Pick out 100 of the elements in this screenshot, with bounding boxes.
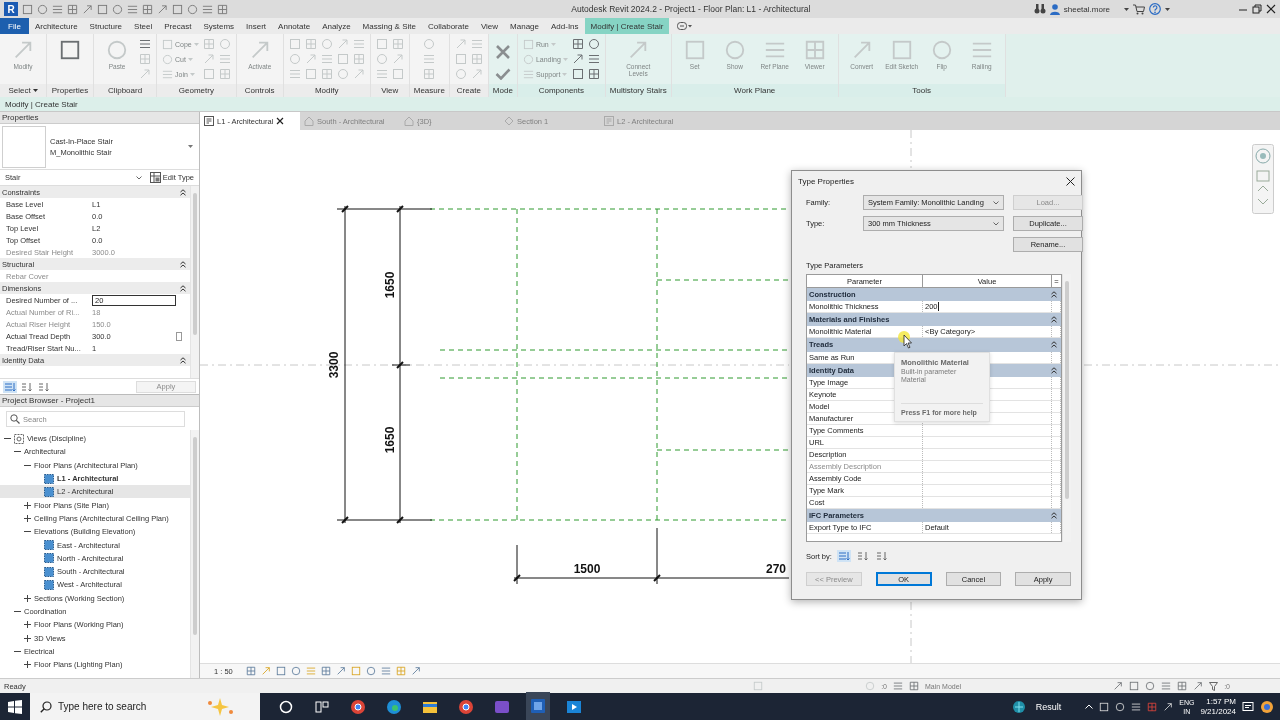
scrollbar[interactable]	[190, 186, 199, 378]
sort-button[interactable]	[37, 380, 51, 393]
ribbon-tab[interactable]: Steel	[128, 18, 159, 34]
plus-icon[interactable]	[24, 634, 31, 642]
restore-icon[interactable]	[1252, 4, 1262, 14]
panel-label: Create	[456, 86, 481, 95]
ribbon-tab[interactable]: Manage	[504, 18, 545, 34]
close-icon[interactable]	[1066, 176, 1075, 186]
browser-icon[interactable]	[458, 698, 474, 715]
help-icon[interactable]	[1149, 3, 1161, 15]
ribbon-tab[interactable]: Architecture	[28, 18, 84, 34]
browser-icon[interactable]	[350, 698, 366, 715]
collapse-icon[interactable]	[1051, 366, 1057, 374]
grid-icon[interactable]	[908, 681, 919, 691]
windows-icon[interactable]	[8, 699, 22, 714]
square-icon[interactable]	[571, 68, 584, 80]
cancel-icon[interactable]	[494, 44, 511, 59]
ribbon-tab[interactable]: Systems	[197, 18, 241, 34]
lines-icon[interactable]	[52, 3, 63, 15]
ribbon-tab[interactable]: Add-Ins	[545, 18, 585, 34]
lines-icon[interactable]	[1161, 681, 1172, 691]
grid-icon[interactable]	[320, 666, 331, 676]
search-field[interactable]: Type here to search	[30, 693, 260, 720]
dimension-text: 1500	[573, 562, 601, 577]
collapse-icon[interactable]	[1051, 341, 1057, 349]
collapse-icon[interactable]	[1051, 291, 1057, 299]
binoculars-icon[interactable]	[1033, 4, 1046, 14]
chevron-icon[interactable]	[1085, 704, 1094, 709]
user-name[interactable]: sheetal.more	[1063, 4, 1110, 14]
collapse-icon[interactable]	[1051, 316, 1057, 324]
weather-icon[interactable]	[1011, 699, 1026, 714]
app-icon[interactable]	[566, 698, 582, 715]
clock-time[interactable]: 1:57 PM	[1206, 696, 1236, 707]
dimension-line[interactable]	[336, 205, 433, 524]
collapse-icon[interactable]	[180, 356, 186, 364]
plus-icon[interactable]	[24, 594, 31, 602]
plus-icon[interactable]	[24, 514, 31, 522]
arrow-icon[interactable]	[1163, 701, 1174, 712]
collapse-icon[interactable]	[180, 284, 186, 292]
filter-icon[interactable]	[1209, 681, 1219, 691]
cursor-icon	[898, 331, 914, 349]
lines-icon[interactable]	[127, 3, 138, 15]
sort-button[interactable]	[836, 550, 851, 562]
ribbon-tab[interactable]: Annotate	[272, 18, 317, 34]
cart-icon[interactable]	[1133, 3, 1145, 15]
edit-button[interactable]	[176, 331, 182, 341]
ribbon-tab[interactable]: Precast	[158, 18, 198, 34]
browser-icon[interactable]	[386, 698, 402, 715]
window-icon[interactable]	[314, 698, 330, 715]
lines-icon[interactable]	[380, 666, 391, 676]
lines-icon[interactable]	[587, 53, 600, 65]
sort-button[interactable]	[874, 550, 889, 562]
user-icon[interactable]	[1049, 3, 1060, 15]
dimension-line[interactable]	[513, 527, 790, 585]
app-logo[interactable]: R	[4, 2, 18, 16]
grid-icon[interactable]	[217, 3, 228, 15]
ribbon-tab[interactable]: Structure	[83, 18, 129, 34]
ribbon-tab[interactable]: Analyze	[316, 18, 357, 34]
arrow-icon[interactable]	[571, 53, 584, 65]
plus-icon[interactable]	[24, 661, 31, 669]
grid-icon[interactable]	[67, 3, 78, 15]
ribbon-tab[interactable]: Insert	[240, 18, 273, 34]
navigation-bar[interactable]	[1252, 144, 1274, 214]
sort-button[interactable]	[20, 380, 34, 393]
close-icon[interactable]	[276, 117, 285, 125]
minus-icon[interactable]	[14, 608, 21, 615]
plus-icon[interactable]	[24, 621, 31, 629]
close-icon[interactable]	[1266, 4, 1276, 14]
grid-icon[interactable]	[587, 68, 600, 80]
ribbon-tab[interactable]: Collaborate	[421, 18, 475, 34]
lines-icon[interactable]	[202, 3, 213, 15]
checkmark-icon[interactable]	[494, 68, 511, 80]
grid-icon[interactable]	[571, 38, 584, 50]
plus-icon[interactable]	[24, 501, 31, 509]
grid-icon[interactable]	[1147, 701, 1158, 712]
dropdown-icon[interactable]	[677, 22, 694, 30]
collapse-icon[interactable]	[180, 188, 186, 196]
ribbon-tab[interactable]: View	[474, 18, 505, 34]
app-icon[interactable]	[1260, 699, 1274, 714]
sort-button[interactable]	[855, 550, 870, 562]
ribbon-tab[interactable]: Massing & Site	[356, 18, 422, 34]
clock-date[interactable]: 9/21/2024	[1200, 706, 1236, 717]
grid-icon[interactable]	[1177, 681, 1188, 691]
grid-icon[interactable]	[245, 666, 256, 676]
grid-icon	[803, 38, 826, 61]
scrollbar[interactable]	[190, 430, 199, 678]
lines-icon[interactable]	[892, 681, 903, 691]
circle-icon[interactable]	[587, 38, 600, 50]
sort-button[interactable]	[3, 380, 17, 393]
grid-icon[interactable]	[142, 3, 153, 15]
task-view-icon[interactable]	[278, 698, 294, 715]
collapse-icon[interactable]	[1051, 511, 1057, 519]
collapse-icon[interactable]	[180, 260, 186, 268]
ribbon-tab[interactable]: File	[0, 18, 29, 34]
house-icon	[304, 116, 314, 126]
lines-icon[interactable]	[1131, 701, 1142, 712]
ribbon-tab[interactable]: Modify | Create Stair	[584, 18, 670, 34]
weather-text[interactable]: Result	[1035, 701, 1062, 712]
notification-icon[interactable]	[1242, 700, 1254, 713]
lines-icon[interactable]	[139, 38, 151, 50]
